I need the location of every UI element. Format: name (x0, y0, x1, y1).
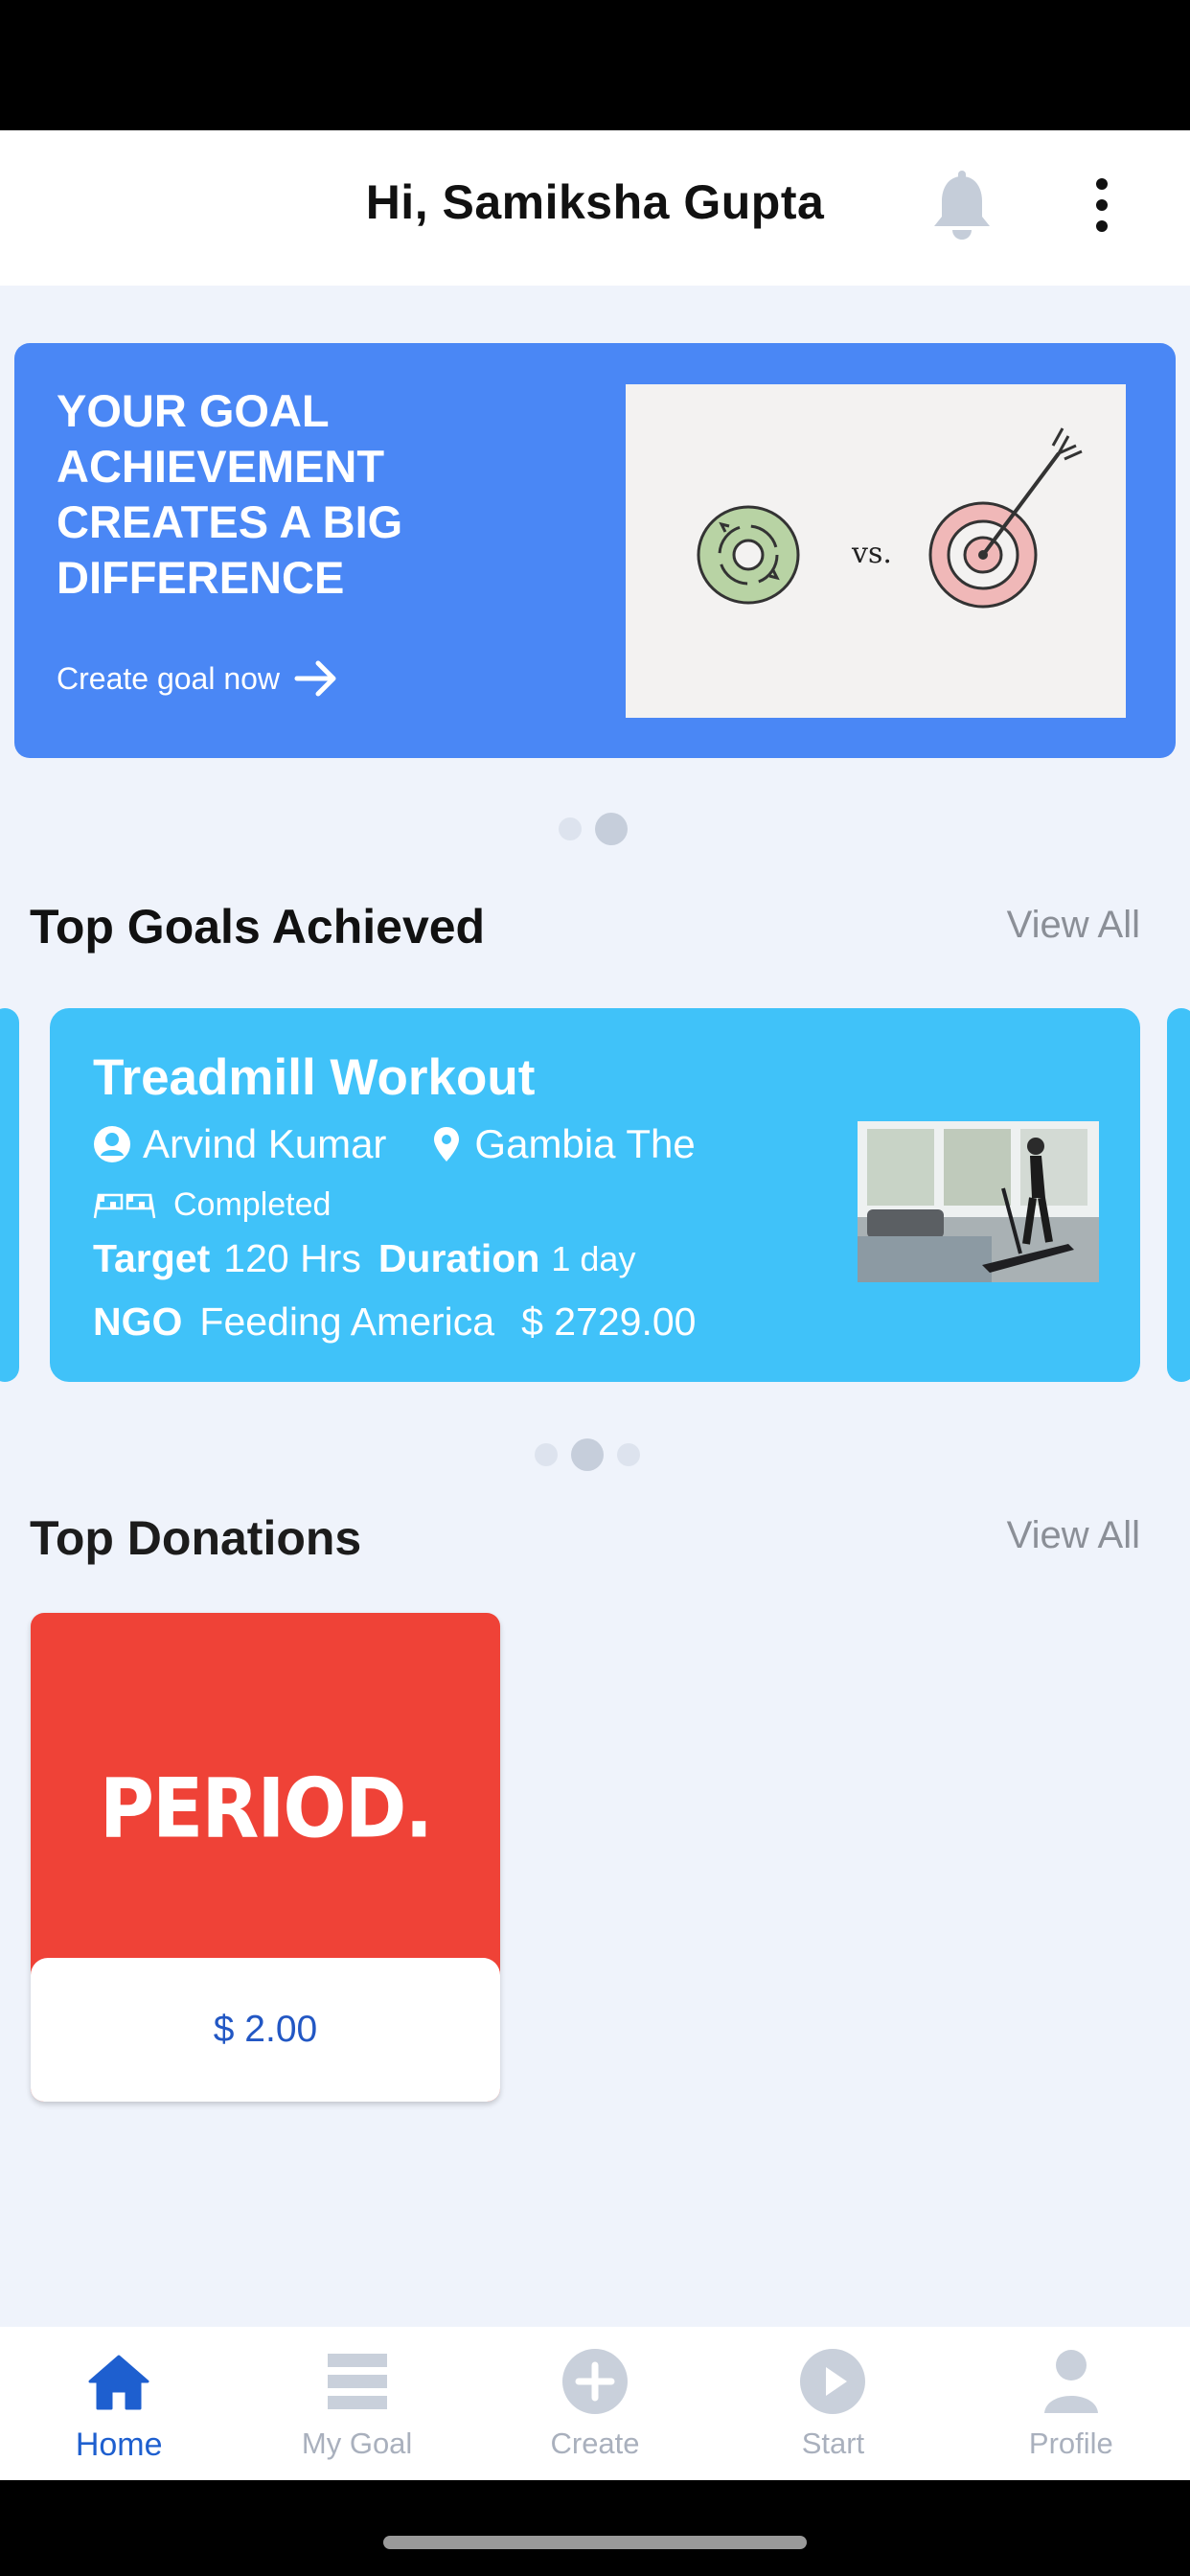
top-donations-view-all-link[interactable]: View All (1007, 1514, 1140, 1557)
tab-profile-label: Profile (1028, 2426, 1113, 2460)
play-circle-icon (800, 2349, 866, 2414)
goal-amount: $ 2729.00 (521, 1300, 697, 1344)
duration-value: 1 day (551, 1238, 636, 1278)
carousel-dot-active[interactable] (595, 813, 628, 845)
home-icon (88, 2355, 149, 2410)
tab-my-goal[interactable]: My Goal (238, 2327, 475, 2480)
more-options-icon[interactable] (1085, 176, 1119, 234)
goal-status: Completed (173, 1186, 332, 1223)
goal-location: Gambia The (474, 1121, 696, 1166)
banner-title: YOUR GOAL ACHIEVEMENT CREATES A BIG DIFF… (57, 385, 403, 603)
donation-amount: $ 2.00 (213, 2009, 318, 2050)
goal-title: Treadmill Workout (93, 1049, 536, 1106)
donation-logo-text: PERIOD. (99, 1761, 433, 1857)
carousel-dot[interactable] (617, 1443, 640, 1466)
bottom-tab-bar: Home My Goal Create Start Profile (0, 2327, 1190, 2480)
ngo-label: NGO (93, 1300, 183, 1344)
user-icon (94, 1126, 130, 1162)
status-bar (0, 0, 1190, 130)
plus-circle-icon (562, 2349, 629, 2414)
tab-start[interactable]: Start (714, 2327, 951, 2480)
target-value: 120 Hrs (223, 1236, 361, 1280)
tab-profile[interactable]: Profile (952, 2327, 1190, 2480)
person-icon (1043, 2350, 1098, 2413)
system-home-area (0, 2480, 1190, 2576)
create-goal-label: Create goal now (57, 660, 281, 696)
top-goals-heading: Top Goals Achieved (30, 900, 486, 954)
goal-promo-banner[interactable]: YOUR GOAL ACHIEVEMENT CREATES A BIG DIFF… (14, 343, 1176, 758)
ngo-value: Feeding America (199, 1300, 495, 1344)
tab-home[interactable]: Home (0, 2327, 238, 2480)
goal-card-next-peek[interactable] (1167, 1008, 1190, 1382)
duration-label: Duration (378, 1236, 540, 1280)
goal-card[interactable]: Treadmill Workout Arvind Kumar Gambia Th… (50, 1008, 1140, 1382)
banner-illustration: vs. (626, 384, 1126, 718)
goal-user-name: Arvind Kumar (143, 1121, 387, 1166)
tab-create-label: Create (550, 2426, 640, 2460)
goals-carousel-dots (535, 1438, 640, 1471)
target-label: Target (93, 1236, 211, 1280)
top-goals-view-all-link[interactable]: View All (1007, 904, 1140, 947)
goal-target-row: Target 120 Hrs Duration 1 day (93, 1236, 635, 1281)
goal-meta-row: Arvind Kumar Gambia The (93, 1121, 696, 1167)
tab-my-goal-label: My Goal (301, 2426, 413, 2460)
top-donations-heading: Top Donations (30, 1511, 362, 1565)
donation-amount-panel: $ 2.00 (31, 1958, 500, 2102)
treadmill-photo (858, 1121, 1099, 1282)
donation-card[interactable]: PERIOD. $ 2.00 (31, 1613, 500, 2102)
carousel-dot-active[interactable] (571, 1438, 604, 1471)
bell-icon[interactable] (929, 171, 995, 243)
carousel-dot[interactable] (559, 817, 582, 840)
create-goal-link[interactable]: Create goal now (57, 659, 339, 698)
goal-status-row: Completed (93, 1186, 331, 1224)
arrow-right-icon (294, 660, 336, 697)
greeting-title: Hi, Samiksha Gupta (365, 175, 825, 229)
vs-text: vs. (851, 537, 892, 570)
circle-vs-target-illustration: vs. (697, 427, 1083, 609)
tab-create[interactable]: Create (476, 2327, 714, 2480)
goal-card-previous-peek[interactable] (0, 1008, 19, 1382)
checkered-flags-icon (93, 1193, 156, 1218)
banner-carousel-dots (559, 813, 628, 845)
home-indicator[interactable] (383, 2536, 807, 2549)
location-pin-icon (434, 1127, 460, 1162)
tab-home-label: Home (75, 2426, 163, 2463)
tab-start-label: Start (801, 2426, 865, 2460)
home-content[interactable]: YOUR GOAL ACHIEVEMENT CREATES A BIG DIFF… (0, 286, 1190, 2327)
list-icon (327, 2354, 387, 2409)
carousel-dot[interactable] (535, 1443, 558, 1466)
app-header: Hi, Samiksha Gupta (0, 130, 1190, 286)
goal-ngo-row: NGO Feeding America $ 2729.00 (93, 1300, 696, 1345)
